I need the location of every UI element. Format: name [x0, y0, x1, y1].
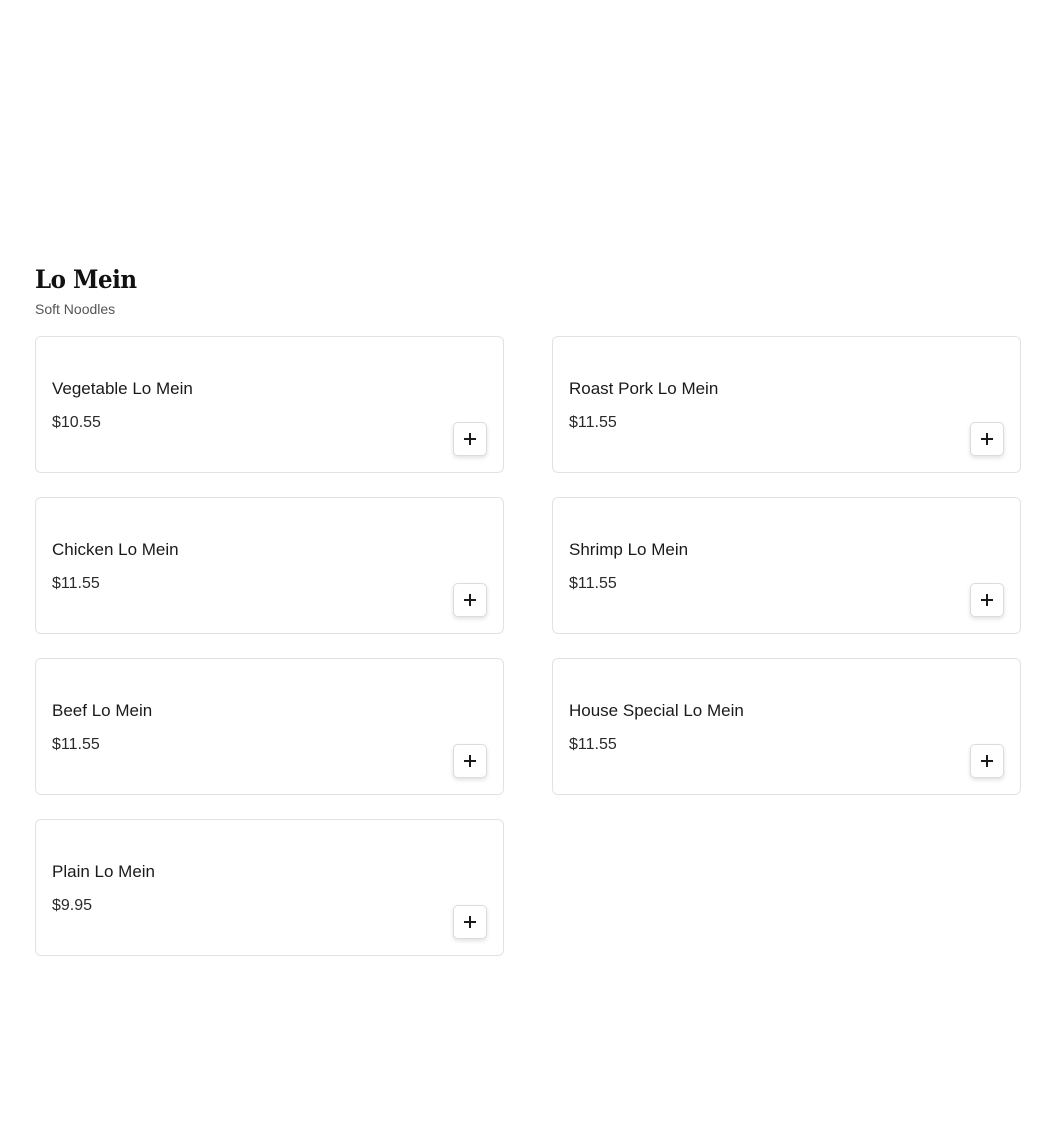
menu-item-card[interactable]: Vegetable Lo Mein $10.55 [35, 336, 504, 473]
item-name: Vegetable Lo Mein [52, 379, 193, 398]
menu-items-grid: Vegetable Lo Mein $10.55 Roast Pork Lo M… [35, 336, 1021, 956]
plus-icon [464, 916, 476, 928]
item-name: Shrimp Lo Mein [569, 540, 689, 559]
menu-item-card[interactable]: Chicken Lo Mein $11.55 [35, 497, 504, 634]
menu-item-card[interactable]: Roast Pork Lo Mein $11.55 [552, 336, 1021, 473]
add-to-cart-button[interactable] [970, 583, 1004, 617]
add-to-cart-button[interactable] [453, 583, 487, 617]
menu-item-card[interactable]: Beef Lo Mein $11.55 [35, 658, 504, 795]
item-price: $11.55 [52, 575, 100, 592]
item-price: $11.55 [569, 414, 617, 431]
add-to-cart-button[interactable] [970, 744, 1004, 778]
section-title: Lo Mein [35, 265, 137, 295]
plus-icon [981, 433, 993, 445]
item-name: Plain Lo Mein [52, 862, 156, 881]
menu-item-card[interactable]: Shrimp Lo Mein $11.55 [552, 497, 1021, 634]
item-price: $10.55 [52, 414, 101, 431]
section-subtitle: Soft Noodles [35, 301, 116, 317]
plus-icon [464, 594, 476, 606]
item-price: $11.55 [52, 736, 100, 753]
item-name: Roast Pork Lo Mein [569, 379, 719, 398]
plus-icon [981, 755, 993, 767]
menu-section-lo-mein: Lo Mein Soft Noodles Vegetable Lo Mein $… [35, 264, 1021, 956]
add-to-cart-button[interactable] [970, 422, 1004, 456]
item-price: $11.55 [569, 575, 617, 592]
add-to-cart-button[interactable] [453, 744, 487, 778]
menu-item-card[interactable]: Plain Lo Mein $9.95 [35, 819, 504, 956]
menu-page: Lo Mein Soft Noodles Vegetable Lo Mein $… [0, 0, 1050, 1121]
item-name: Chicken Lo Mein [52, 540, 179, 559]
item-price: $11.55 [569, 736, 617, 753]
item-name: Beef Lo Mein [52, 701, 153, 720]
plus-icon [464, 755, 476, 767]
plus-icon [981, 594, 993, 606]
menu-item-card[interactable]: House Special Lo Mein $11.55 [552, 658, 1021, 795]
add-to-cart-button[interactable] [453, 905, 487, 939]
plus-icon [464, 433, 476, 445]
add-to-cart-button[interactable] [453, 422, 487, 456]
item-name: House Special Lo Mein [569, 701, 744, 720]
item-price: $9.95 [52, 897, 93, 914]
